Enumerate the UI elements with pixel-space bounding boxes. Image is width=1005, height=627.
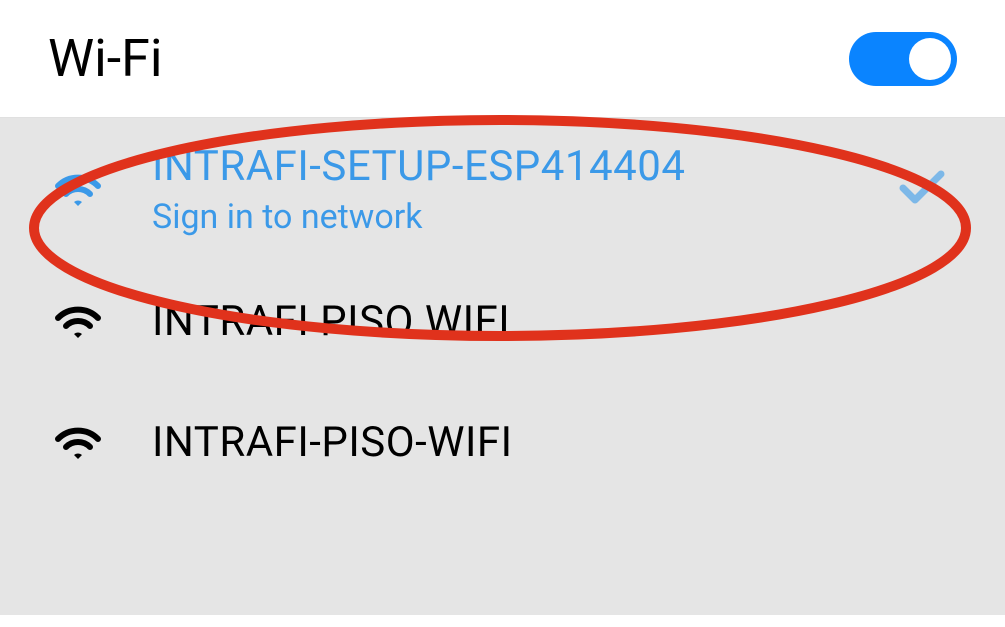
toggle-knob [909, 38, 951, 80]
network-item-connected[interactable]: INTRAFI-SETUP-ESP414404 Sign in to netwo… [0, 118, 1005, 261]
wifi-icon [52, 302, 104, 342]
network-item[interactable]: INTRAFI PISO WIFI [0, 261, 1005, 382]
network-name: INTRAFI-SETUP-ESP414404 [152, 142, 957, 191]
network-status: Sign in to network [152, 197, 957, 237]
network-name: INTRAFI PISO WIFI [152, 297, 957, 346]
checkmark-icon [899, 170, 945, 210]
network-text: INTRAFI PISO WIFI [152, 297, 957, 346]
wifi-icon [52, 170, 104, 210]
wifi-icon [52, 423, 104, 463]
network-text: INTRAFI-SETUP-ESP414404 Sign in to netwo… [152, 142, 957, 237]
network-name: INTRAFI-PISO-WIFI [152, 418, 957, 467]
network-list: INTRAFI-SETUP-ESP414404 Sign in to netwo… [0, 118, 1005, 615]
page-title: Wi-Fi [48, 28, 163, 89]
network-text: INTRAFI-PISO-WIFI [152, 418, 957, 467]
network-item[interactable]: INTRAFI-PISO-WIFI [0, 382, 1005, 503]
wifi-header: Wi-Fi [0, 0, 1005, 118]
wifi-toggle[interactable] [849, 32, 957, 86]
